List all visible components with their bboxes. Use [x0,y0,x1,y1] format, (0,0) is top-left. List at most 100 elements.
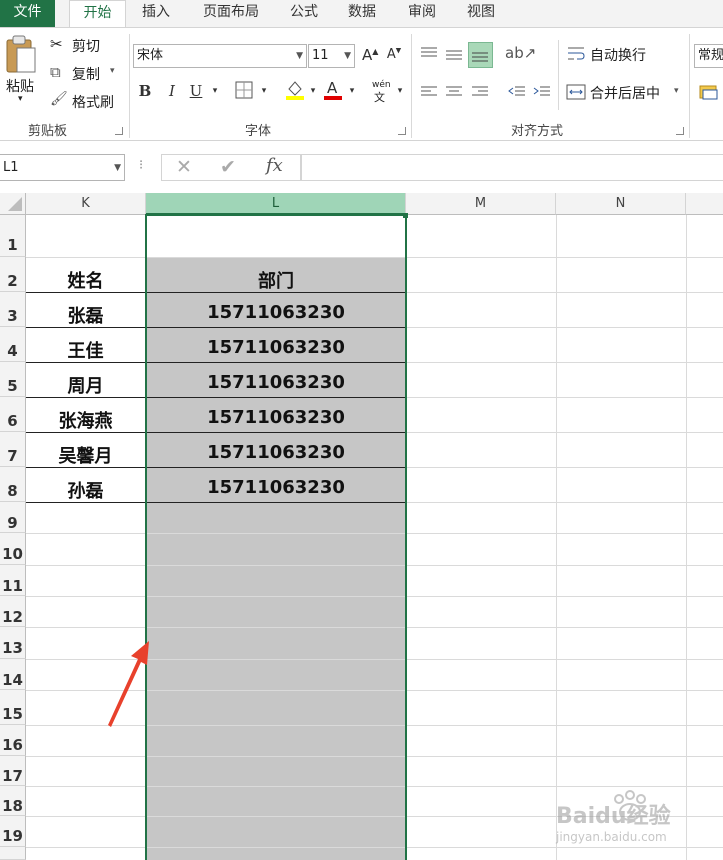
increase-font-size-button[interactable]: A▲ [362,46,378,64]
chevron-down-icon: ▾ [349,86,355,96]
increase-indent-button[interactable] [532,82,552,102]
orientation-button[interactable]: ab↗ [505,44,539,66]
bold-button[interactable]: B [136,82,154,100]
row-header[interactable]: 17 [0,756,26,786]
decrease-indent-button[interactable] [507,82,527,102]
column-header-l[interactable]: L [146,193,406,215]
tab-insert[interactable]: 插入 [131,0,181,27]
alignment-launcher-icon[interactable] [676,127,684,135]
row-header[interactable]: 1 [0,215,26,257]
row-header[interactable]: 14 [0,659,26,690]
select-all-button[interactable] [0,193,26,215]
text-orientation-icon: ab↗ [505,44,537,62]
row-header[interactable]: 11 [0,565,26,596]
row-header[interactable]: 10 [0,533,26,565]
tab-file[interactable]: 文件 [0,0,55,27]
italic-button[interactable]: I [163,82,181,100]
number-format-select[interactable]: 常规 [694,44,723,68]
chevron-down-icon: ▾ [397,86,403,96]
font-launcher-icon[interactable] [398,127,406,135]
underline-button[interactable]: U [187,82,205,100]
formula-buttons: ✕ ✔ fx [161,154,301,181]
borders-button[interactable] [234,81,254,103]
cancel-icon[interactable]: ✕ [176,156,192,178]
clipboard-launcher-icon[interactable] [115,127,123,135]
tab-formulas[interactable]: 公式 [281,0,327,27]
row-header[interactable]: 5 [0,362,26,397]
align-center-icon [446,86,462,96]
row-header[interactable]: 9 [0,502,26,533]
active-cell-l1[interactable] [147,216,405,257]
select-all-triangle-icon [8,197,22,211]
row-header[interactable]: 7 [0,432,26,467]
insert-function-button[interactable]: fx [266,155,283,176]
row-header[interactable] [0,847,26,860]
row-header[interactable]: 12 [0,596,26,627]
tab-review[interactable]: 审阅 [397,0,447,27]
watermark-brand: Baidu经验 [556,804,671,829]
font-color-options-button[interactable]: ▾ [347,86,357,96]
formula-input[interactable] [301,154,723,181]
row-header[interactable]: 19 [0,816,26,847]
row-header[interactable]: 8 [0,467,26,502]
row-header[interactable]: 15 [0,690,26,725]
clipboard-group-label: 剪贴板 [28,124,68,139]
borders-options-button[interactable]: ▾ [259,86,269,96]
phonetic-options-button[interactable]: ▾ [395,86,405,96]
fill-handle[interactable] [403,213,408,218]
font-name-select[interactable]: 宋体 ▼ [133,44,307,68]
tab-home[interactable]: 开始 [69,0,126,27]
copy-button[interactable]: ⧉ 复制 ▾ [50,63,130,83]
column-header-m[interactable]: M [406,193,556,215]
paint-bucket-icon [286,81,304,100]
align-right-button[interactable] [470,82,490,102]
cut-button[interactable]: ✂ 剪切 [50,35,130,55]
watermark: Baidu经验 jingyan.baidu.com [556,790,716,850]
more-options-icon[interactable]: ⁝ [139,158,143,173]
chevron-down-icon: ▾ [110,66,115,76]
font-grow-icon: A▲ [362,46,379,64]
align-left-icon [421,86,437,96]
chevron-down-icon: ▼ [344,51,351,61]
chevron-down-icon: ▾ [261,86,267,96]
row-header[interactable]: 6 [0,397,26,432]
tab-data[interactable]: 数据 [337,0,387,27]
enter-icon[interactable]: ✔ [220,156,236,178]
paste-label: 粘贴 [6,79,34,95]
merge-center-button[interactable]: 合并后居中 ▾ [566,81,686,103]
row-header[interactable]: 16 [0,725,26,756]
underline-options-button[interactable]: ▾ [210,86,220,96]
row-header[interactable]: 3 [0,292,26,327]
accounting-format-button[interactable] [698,82,718,102]
font-color-button[interactable]: A [322,79,344,105]
align-top-button[interactable] [419,44,439,66]
row-header[interactable]: 2 [0,257,26,292]
align-middle-button[interactable] [444,44,464,66]
column-header-n[interactable]: N [556,193,686,215]
merge-cells-icon [566,84,586,100]
column-header-k[interactable]: K [26,193,146,215]
svg-text:A: A [327,79,338,97]
row-header[interactable]: 13 [0,627,26,659]
name-box[interactable]: L1 ▼ [0,154,125,181]
row-header[interactable]: 4 [0,327,26,362]
chevron-down-icon: ▼ [296,51,303,61]
row-header[interactable]: 18 [0,786,26,816]
fill-color-options-button[interactable]: ▾ [308,86,318,96]
format-painter-button[interactable]: 🖌 格式刷 [50,91,130,111]
align-center-button[interactable] [444,82,464,102]
phonetic-guide-button[interactable]: wén 文 [368,80,392,104]
tab-view[interactable]: 视图 [456,0,506,27]
tab-page-layout[interactable]: 页面布局 [191,0,271,27]
divider [689,34,690,138]
wrap-text-button[interactable]: 自动换行 [566,44,676,66]
font-shrink-icon: A▼ [386,47,402,63]
align-bottom-icon [472,52,488,62]
fill-color-button[interactable] [284,79,306,105]
align-left-button[interactable] [419,82,439,102]
decrease-font-size-button[interactable]: A▼ [386,47,402,62]
font-size-select[interactable]: 11 ▼ [308,44,355,68]
paste-button[interactable]: 粘贴 ▾ [4,34,42,114]
align-bottom-button[interactable] [468,42,493,68]
column-header-o[interactable] [686,193,723,215]
